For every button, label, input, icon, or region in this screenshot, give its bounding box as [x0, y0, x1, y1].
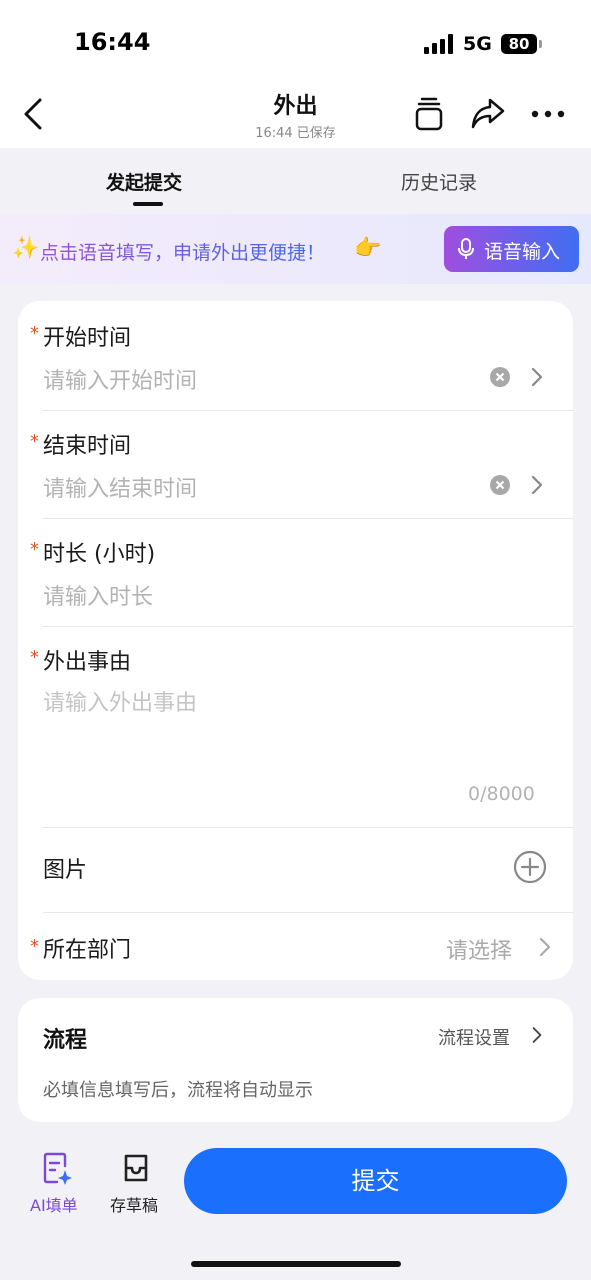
chevron-right-icon[interactable] [531, 1025, 543, 1045]
required-mark: * [30, 539, 39, 560]
tab-submit[interactable]: 发起提交 [106, 168, 182, 195]
save-draft-button[interactable]: 存草稿 [110, 1192, 158, 1216]
flow-hint: 必填信息填写后，流程将自动显示 [43, 1080, 313, 1101]
department-label: 所在部门 [43, 938, 132, 963]
add-image-icon[interactable] [513, 850, 547, 884]
required-mark: * [30, 323, 39, 344]
flow-title: 流程 [43, 1028, 88, 1053]
form-card: * 开始时间 请输入开始时间 * 结束时间 请输入结束时间 * 时长 (小时) … [18, 301, 573, 980]
tab-indicator [133, 202, 163, 206]
duration-field[interactable]: * 时长 (小时) 请输入时长 [18, 519, 573, 627]
images-label: 图片 [43, 858, 88, 883]
flow-card: 流程 流程设置 必填信息填写后，流程将自动显示 [18, 998, 573, 1122]
department-select[interactable]: 请选择 [446, 933, 512, 965]
bottom-action-bar: AI填单 存草稿 提交 [22, 1140, 574, 1224]
voice-input-label: 语音输入 [484, 241, 561, 263]
inbox-icon[interactable] [120, 1152, 152, 1184]
required-mark: * [30, 936, 39, 957]
submit-button[interactable]: 提交 [184, 1148, 567, 1214]
ai-fill-icon[interactable] [41, 1152, 73, 1186]
microphone-icon [458, 238, 474, 259]
chevron-right-icon [539, 937, 551, 957]
tab-bar: 发起提交 历史记录 [0, 148, 591, 214]
reason-label: 外出事由 [43, 650, 132, 675]
tab-history[interactable]: 历史记录 [401, 168, 477, 195]
end-time-label: 结束时间 [43, 434, 132, 459]
signal-icon [424, 34, 454, 54]
battery-tip [539, 40, 542, 48]
home-indicator [191, 1261, 401, 1267]
end-time-field[interactable]: * 结束时间 请输入结束时间 [18, 411, 573, 519]
more-icon[interactable] [530, 104, 566, 124]
reason-textarea[interactable]: 请输入外出事由 [43, 685, 197, 717]
start-time-label: 开始时间 [43, 326, 132, 351]
required-mark: * [30, 431, 39, 452]
copy-icon[interactable] [412, 96, 446, 132]
start-time-field[interactable]: * 开始时间 请输入开始时间 [18, 301, 573, 411]
chevron-right-icon [531, 367, 543, 387]
clear-icon[interactable] [489, 366, 511, 388]
end-time-input[interactable]: 请输入结束时间 [43, 471, 197, 503]
voice-input-button[interactable]: 语音输入 [444, 226, 579, 272]
status-time: 16:44 [74, 28, 151, 56]
duration-label: 时长 (小时) [43, 542, 156, 567]
flow-settings-link[interactable]: 流程设置 [438, 1024, 510, 1050]
banner-text: 点击语音填写，申请外出更便捷！ [40, 238, 325, 265]
required-mark: * [30, 647, 39, 668]
start-time-input[interactable]: 请输入开始时间 [43, 363, 197, 395]
char-counter: 0/8000 [468, 783, 535, 805]
network-type: 5G [463, 33, 492, 55]
battery-icon: 80 [501, 34, 537, 54]
chevron-right-icon [531, 475, 543, 495]
ai-fill-button[interactable]: AI填单 [30, 1192, 78, 1216]
sparkle-icon: ✨ [12, 236, 40, 261]
duration-input[interactable]: 请输入时长 [43, 579, 153, 611]
share-icon[interactable] [470, 96, 506, 130]
pointing-hand-icon: 👉 [354, 236, 382, 261]
status-bar: 16:44 5G 80 [0, 0, 591, 80]
images-field: 图片 [18, 828, 573, 912]
clear-icon[interactable] [489, 474, 511, 496]
